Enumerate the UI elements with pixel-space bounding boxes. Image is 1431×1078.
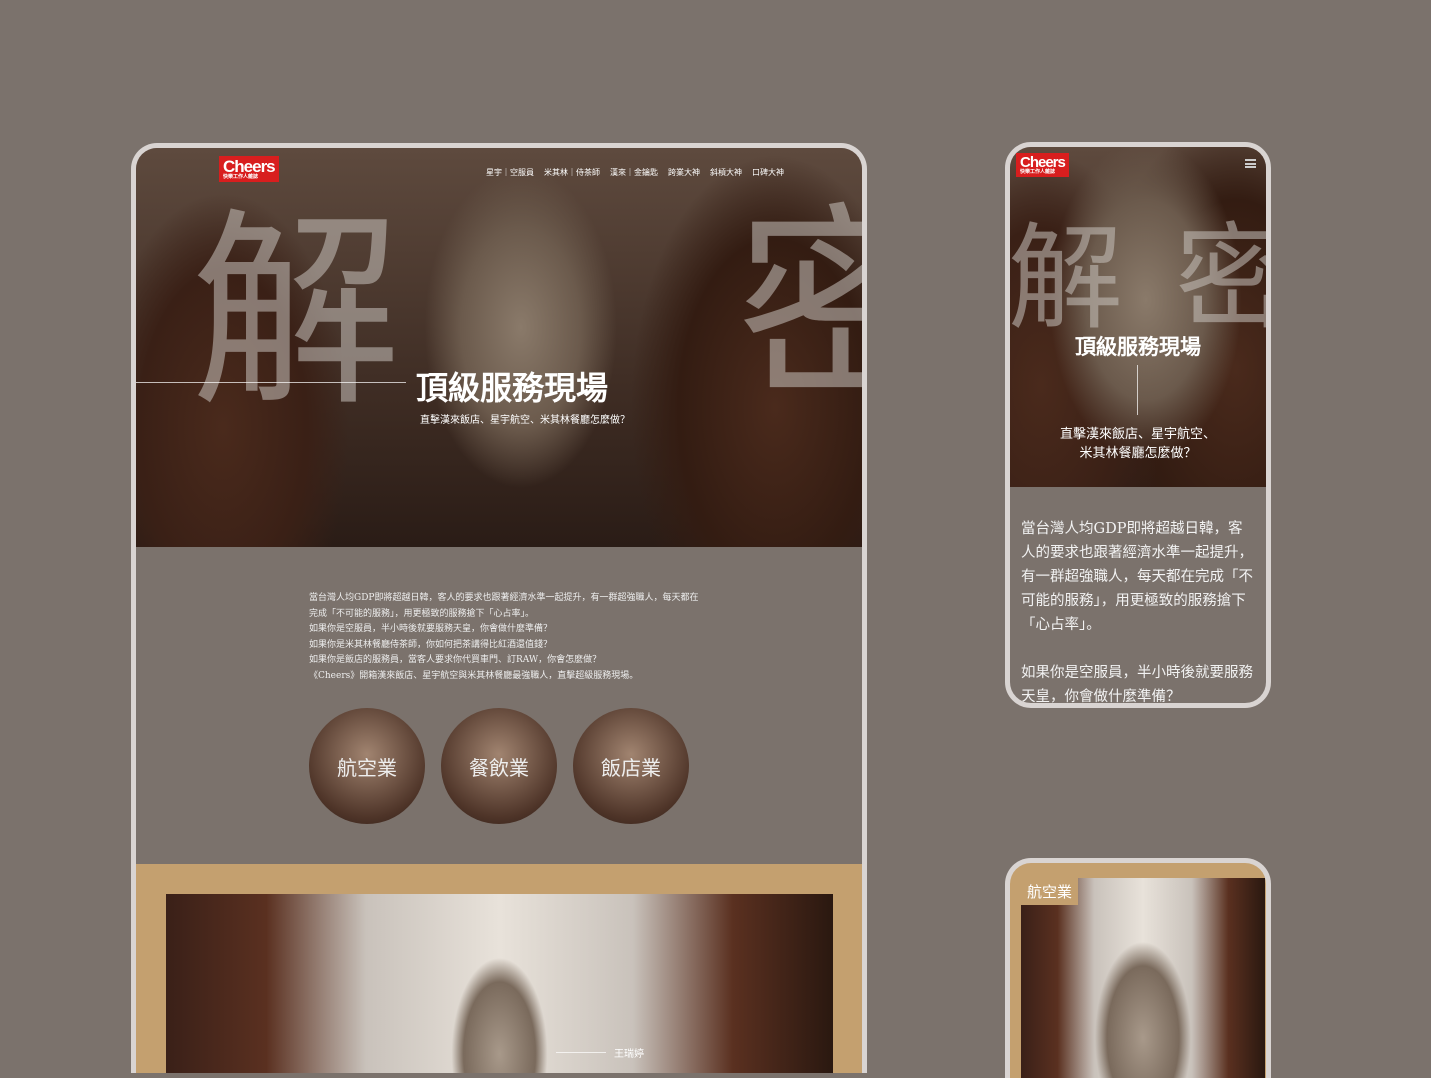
hero-char-1: 解	[191, 190, 402, 435]
divider	[136, 382, 406, 383]
nav-item[interactable]: 星宇｜空服員	[486, 167, 534, 178]
category-dining[interactable]: 餐飲業	[441, 708, 557, 824]
mobile-intro: 當台灣人均GDP即將超越日韓，客人的要求也跟著經濟水準一起提升，有一群超強職人，…	[1010, 487, 1266, 705]
intro-text: 當台灣人均GDP即將超越日韓，客人的要求也跟著經濟水準一起提升，有一群超強職人，…	[309, 591, 699, 684]
hero-title: 頂級服務現場	[416, 369, 609, 407]
desktop-mockup: Cheers 快樂工作人雜誌 星宇｜空服員 米其林｜侍茶師 漢來｜金鑰匙 跨業大神…	[131, 143, 867, 1073]
intro-paragraph: 如果你是米其林餐廳侍茶師，你如何把茶講得比紅酒還值錢？	[309, 639, 553, 650]
hero-char-2: 密	[736, 203, 862, 413]
mobile-hero: Cheers快樂工作人雜誌 解 密 頂級服務現場 直擊漢來飯店、星宇航空、米其林…	[1010, 147, 1266, 487]
hero-subtitle: 直擊漢來飯店、星宇航空、米其林餐廳怎麼做？	[1059, 427, 1216, 461]
nav-item[interactable]: 斜槓大神	[710, 167, 742, 178]
category-hotel[interactable]: 飯店業	[573, 708, 689, 824]
top-nav: 星宇｜空服員 米其林｜侍茶師 漢來｜金鑰匙 跨業大神 斜槓大神 口碑大神	[486, 167, 784, 178]
feature-section: 王瑞婷	[136, 864, 862, 1073]
intro-paragraph: 《Cheers》開箱漢來飯店、星宇航空與米其林餐廳最強職人，直擊超級服務現場。	[309, 670, 639, 681]
hero-section: Cheers 快樂工作人雜誌 星宇｜空服員 米其林｜侍茶師 漢來｜金鑰匙 跨業大神…	[136, 148, 862, 547]
feature-photo	[1021, 878, 1265, 1078]
caption-line	[556, 1052, 606, 1053]
intro-paragraph: 如果你是空服員，半小時後就要服務天皇，你會做什麼準備？	[1021, 665, 1253, 705]
intro-paragraph: 當台灣人均GDP即將超越日韓，客人的要求也跟著經濟水準一起提升，有一群超強職人，…	[309, 593, 699, 619]
hero-subtitle: 直擊漢來飯店、星宇航空、米其林餐廳怎麼做？	[420, 415, 630, 426]
category-links: 航空業 餐飲業 飯店業	[309, 708, 689, 824]
section-label: 航空業	[1021, 878, 1079, 905]
mobile-mockup: Cheers快樂工作人雜誌 解 密 頂級服務現場 直擊漢來飯店、星宇航空、米其林…	[1005, 142, 1271, 708]
person-name: 王瑞婷	[614, 1049, 644, 1060]
intro-paragraph: 當台灣人均GDP即將超越日韓，客人的要求也跟著經濟水準一起提升，有一群超強職人，…	[1021, 521, 1253, 633]
intro-paragraph: 如果你是空服員，半小時後就要服務天皇，你會做什麼準備？	[309, 624, 553, 634]
mobile-mockup-section: 航空業	[1005, 858, 1271, 1078]
cheers-logo[interactable]: Cheers 快樂工作人雜誌	[1016, 153, 1069, 177]
feature-photo: 王瑞婷	[166, 894, 833, 1073]
category-aviation[interactable]: 航空業	[309, 708, 425, 824]
intro-paragraph: 如果你是飯店的服務員，當客人要求你代買車門、訂RAW，你會怎麼做？	[309, 655, 602, 665]
hero-char-2: 密	[1175, 222, 1266, 337]
hero-char-1: 解	[1010, 212, 1124, 346]
nav-item[interactable]: 漢來｜金鑰匙	[610, 167, 658, 178]
cheers-logo[interactable]: Cheers 快樂工作人雜誌	[219, 156, 279, 182]
nav-item[interactable]: 米其林｜侍茶師	[544, 167, 600, 178]
nav-item[interactable]: 跨業大神	[668, 167, 700, 178]
hero-title: 頂級服務現場	[1075, 334, 1201, 359]
hamburger-menu-icon[interactable]	[1245, 159, 1256, 168]
nav-item[interactable]: 口碑大神	[752, 167, 784, 178]
divider	[1137, 365, 1138, 415]
